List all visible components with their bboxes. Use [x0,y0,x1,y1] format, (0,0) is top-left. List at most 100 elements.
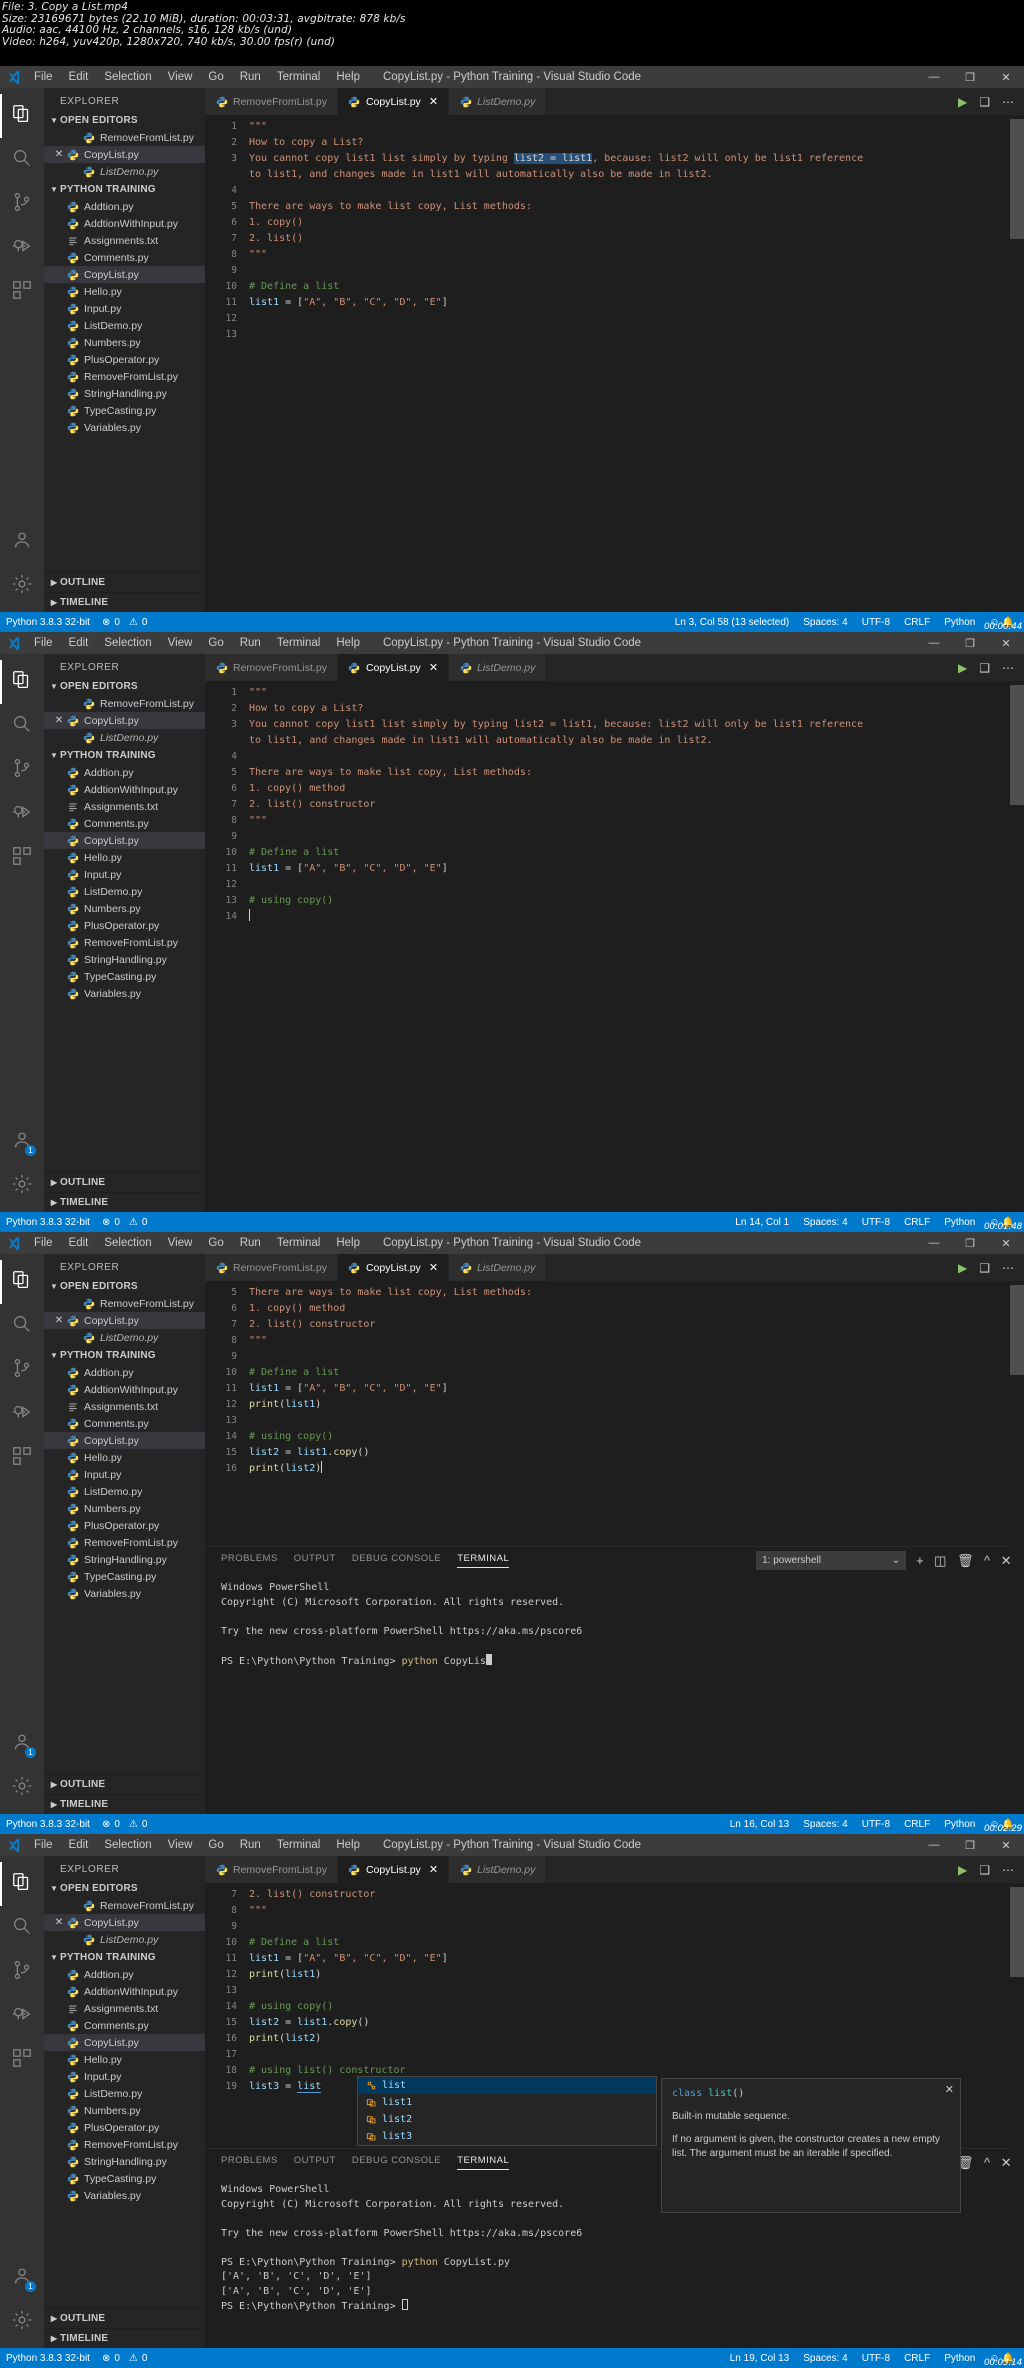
code-line[interactable]: 15 list2 = list1.copy() [205,2015,1024,2031]
menu-item-selection[interactable]: Selection [96,635,159,651]
tab-CopyList.py[interactable]: CopyList.py ✕ [337,88,450,115]
split-terminal-icon[interactable]: ◫ [934,2156,947,2169]
code-line[interactable]: 13 [205,327,1024,343]
file-item-AddtionWithInput.py[interactable]: AddtionWithInput.py [44,781,205,798]
file-item-CopyList.py[interactable]: CopyList.py [44,1432,205,1449]
file-item-RemoveFromList.py[interactable]: RemoveFromList.py [44,934,205,951]
menu-item-view[interactable]: View [160,1235,201,1251]
maximize-button[interactable]: ❐ [952,1232,988,1254]
file-item-PlusOperator.py[interactable]: PlusOperator.py [44,917,205,934]
open-editor-ListDemo.py[interactable]: ListDemo.py [44,1931,205,1948]
file-item-ListDemo.py[interactable]: ListDemo.py [44,317,205,334]
code-line[interactable]: 2 How to copy a List? [205,135,1024,151]
maximize-button[interactable]: ❐ [952,632,988,654]
file-item-Input.py[interactable]: Input.py [44,866,205,883]
menu-item-run[interactable]: Run [232,635,269,651]
status-eol[interactable]: CRLF [904,617,930,628]
code-line[interactable]: 7 2. list() constructor [205,1887,1024,1903]
code-line[interactable]: 11 list1 = ["A", "B", "C", "D", "E"] [205,861,1024,877]
file-item-TypeCasting.py[interactable]: TypeCasting.py [44,2170,205,2187]
code-line[interactable]: 8 """ [205,1903,1024,1919]
code-line[interactable]: 12 [205,877,1024,893]
file-item-ListDemo.py[interactable]: ListDemo.py [44,1483,205,1500]
panel-tab-debug-console[interactable]: DEBUG CONSOLE [352,1553,441,1567]
menu-item-terminal[interactable]: Terminal [269,69,328,85]
code-line[interactable]: 7 2. list() [205,231,1024,247]
file-item-Assignments.txt[interactable]: Assignments.txt [44,2000,205,2017]
file-item-StringHandling.py[interactable]: StringHandling.py [44,385,205,402]
panel-tab-terminal[interactable]: TERMINAL [457,2155,510,2170]
code-line[interactable]: 11 list1 = ["A", "B", "C", "D", "E"] [205,1381,1024,1397]
split-editor-icon[interactable]: ❑ [979,1863,990,1877]
run-file-icon[interactable]: ▶ [958,1863,967,1877]
activitybar-search[interactable] [0,1304,44,1348]
close-icon[interactable]: ✕ [52,1315,66,1326]
status-encoding[interactable]: UTF-8 [862,2353,890,2364]
code-line[interactable]: 3 You cannot copy list1 list simply by t… [205,151,1024,167]
status-python-version[interactable]: Python 3.8.3 32-bit [6,1819,90,1830]
tab-close-icon[interactable]: ✕ [429,1863,438,1876]
menu-item-terminal[interactable]: Terminal [269,1235,328,1251]
file-item-AddtionWithInput.py[interactable]: AddtionWithInput.py [44,1983,205,2000]
open-editor-RemoveFromList.py[interactable]: RemoveFromList.py [44,695,205,712]
code-line[interactable]: 10 # Define a list [205,1935,1024,1951]
status-eol[interactable]: CRLF [904,2353,930,2364]
file-item-AddtionWithInput.py[interactable]: AddtionWithInput.py [44,1381,205,1398]
tab-RemoveFromList.py[interactable]: RemoveFromList.py [205,654,338,681]
code-line[interactable]: 16 print(list2) [205,1461,1024,1477]
project-section[interactable]: ▼ PYTHON TRAINING [44,1948,205,1966]
outline-section[interactable]: ▶ OUTLINE [44,1774,205,1794]
code-line[interactable]: 13 [205,1983,1024,1999]
project-section[interactable]: ▼ PYTHON TRAINING [44,1346,205,1364]
activitybar-source-control[interactable] [0,748,44,792]
code-line[interactable]: 6 1. copy() [205,215,1024,231]
file-item-Numbers.py[interactable]: Numbers.py [44,2102,205,2119]
code-line[interactable]: 11 list1 = ["A", "B", "C", "D", "E"] [205,1951,1024,1967]
minimize-button[interactable]: — [916,66,952,88]
file-item-Hello.py[interactable]: Hello.py [44,2051,205,2068]
code-line[interactable]: 14 [205,909,1024,925]
maximize-panel-icon[interactable]: ^ [984,1554,991,1567]
file-item-Hello.py[interactable]: Hello.py [44,283,205,300]
code-line[interactable]: 10 # Define a list [205,845,1024,861]
code-line[interactable]: 8 """ [205,247,1024,263]
file-item-Comments.py[interactable]: Comments.py [44,1415,205,1432]
menu-item-help[interactable]: Help [328,635,368,651]
menu-item-file[interactable]: File [26,635,61,651]
tab-ListDemo.py[interactable]: ListDemo.py [449,1856,547,1883]
activitybar-run-debug[interactable] [0,1392,44,1436]
activitybar-extensions[interactable] [0,270,44,314]
open-editor-RemoveFromList.py[interactable]: RemoveFromList.py [44,1295,205,1312]
file-item-StringHandling.py[interactable]: StringHandling.py [44,2153,205,2170]
activitybar-run-debug[interactable] [0,792,44,836]
editor-scrollbar[interactable] [1010,115,1024,612]
code-line[interactable]: 4 [205,749,1024,765]
file-item-ListDemo.py[interactable]: ListDemo.py [44,883,205,900]
terminal-output[interactable]: Windows PowerShell Copyright (C) Microsof… [205,1573,1024,1669]
status-cursor-position[interactable]: Ln 14, Col 1 [735,1217,789,1228]
minimize-button[interactable]: — [916,1232,952,1254]
close-button[interactable]: ✕ [988,1232,1024,1254]
tab-CopyList.py[interactable]: CopyList.py ✕ [337,654,450,681]
file-item-Addtion.py[interactable]: Addtion.py [44,198,205,215]
timeline-section[interactable]: ▶ TIMELINE [44,1794,205,1814]
activitybar-source-control[interactable] [0,1950,44,1994]
menu-item-file[interactable]: File [26,69,61,85]
status-language-mode[interactable]: Python [944,1217,975,1228]
menu-item-edit[interactable]: Edit [61,635,97,651]
file-item-Addtion.py[interactable]: Addtion.py [44,1364,205,1381]
close-button[interactable]: ✕ [988,1834,1024,1856]
menu-item-view[interactable]: View [160,1837,201,1853]
timeline-section[interactable]: ▶ TIMELINE [44,592,205,612]
activitybar-settings[interactable] [0,2300,44,2344]
menu-item-go[interactable]: Go [200,1837,231,1853]
file-item-TypeCasting.py[interactable]: TypeCasting.py [44,1568,205,1585]
run-file-icon[interactable]: ▶ [958,95,967,109]
file-item-RemoveFromList.py[interactable]: RemoveFromList.py [44,2136,205,2153]
run-file-icon[interactable]: ▶ [958,1261,967,1275]
activitybar-accounts[interactable]: 1 [0,2256,44,2300]
activitybar-explorer[interactable] [0,1862,44,1906]
split-terminal-icon[interactable]: ◫ [934,1554,947,1567]
menu-item-run[interactable]: Run [232,1235,269,1251]
activitybar-source-control[interactable] [0,1348,44,1392]
